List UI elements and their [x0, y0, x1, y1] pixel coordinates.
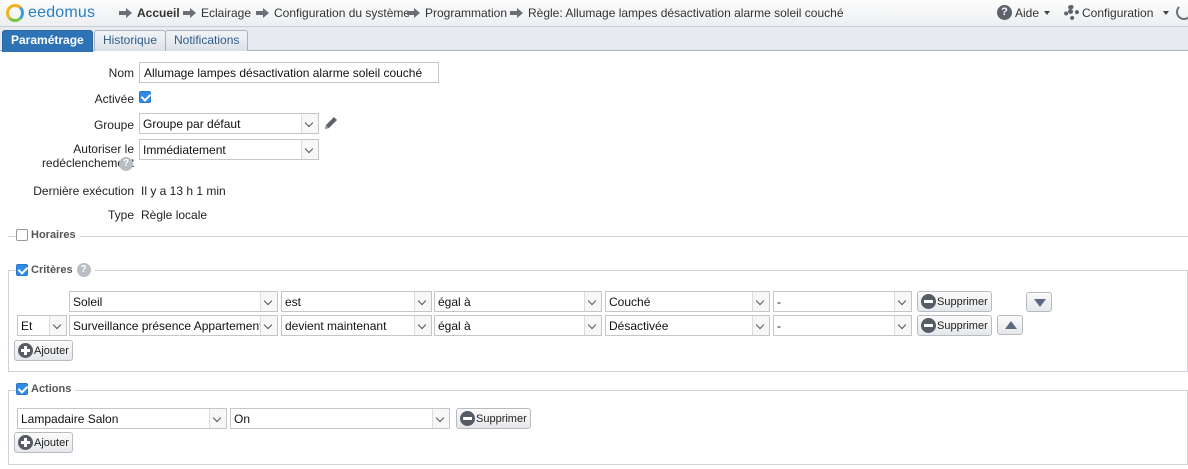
active-checkbox[interactable] [139, 91, 151, 103]
breadcrumb-item-eclairage[interactable]: Eclairage [183, 6, 251, 20]
chevron-down-icon [584, 292, 601, 311]
minus-circle-icon [921, 294, 936, 309]
breadcrumb-item-programmation[interactable]: Programmation [407, 6, 507, 20]
logo-text: eedomus [28, 4, 96, 21]
help-info-icon[interactable]: ? [119, 157, 133, 171]
logo[interactable]: eedomus [6, 3, 95, 23]
minus-circle-icon [460, 411, 475, 426]
active-label: Activée [94, 92, 134, 106]
retrigger-select[interactable]: Immédiatement [139, 139, 319, 160]
criteria-extra-select[interactable]: - [773, 315, 912, 336]
criteres-legend: Critères ? [16, 263, 95, 277]
caret-down-icon [1044, 10, 1051, 15]
caret-down-icon [1163, 10, 1170, 15]
top-bar: eedomus Accueil Eclairage Configuration … [0, 0, 1188, 27]
name-label: Nom [108, 66, 134, 80]
move-up-button[interactable] [997, 315, 1023, 335]
criteria-comparator-select[interactable]: égal à [434, 315, 602, 336]
chevron-down-icon [414, 292, 431, 311]
eedomus-logo-icon [6, 4, 24, 22]
group-label: Groupe [93, 118, 134, 132]
add-criteria-button[interactable]: Ajouter [14, 340, 73, 361]
help-info-icon[interactable]: ? [76, 263, 91, 277]
plus-circle-icon [18, 435, 33, 450]
delete-criteria-button[interactable]: Supprimer [917, 315, 992, 336]
chevron-down-icon [752, 292, 769, 311]
arrow-right-icon [510, 8, 524, 18]
type-value: Règle locale [141, 208, 208, 222]
arrow-right-icon [119, 8, 133, 18]
actions-legend: Actions [16, 383, 76, 395]
last-exec-label: Dernière exécution [33, 184, 134, 198]
horaires-legend: Horaires [16, 229, 80, 241]
breadcrumb-item-regle: Règle: Allumage lampes désactivation ala… [510, 6, 844, 20]
chevron-down-icon [894, 316, 911, 335]
delete-action-button[interactable]: Supprimer [456, 408, 531, 429]
criteria-comparator-select[interactable]: égal à [434, 291, 602, 312]
chevron-down-icon [301, 140, 318, 159]
configuration-menu[interactable]: Configuration [1064, 5, 1170, 20]
criteria-device-select[interactable]: Surveillance présence Appartement [69, 315, 278, 336]
chevron-down-icon [432, 409, 449, 428]
criteria-extra-select[interactable]: - [773, 291, 912, 312]
pencil-icon[interactable] [323, 115, 339, 131]
triangle-up-icon [1005, 321, 1017, 329]
chevron-down-icon [584, 316, 601, 335]
chevron-down-icon [209, 409, 226, 428]
criteres-divider [8, 270, 1188, 271]
minus-circle-icon [921, 318, 936, 333]
horaires-checkbox[interactable] [16, 229, 28, 241]
chevron-down-icon [260, 292, 277, 311]
delete-criteria-button[interactable]: Supprimer [917, 291, 992, 312]
plus-circle-icon [18, 343, 33, 358]
tab-bar: Paramétrage Historique Notifications [0, 27, 1188, 52]
criteria-operator-select[interactable]: Et [17, 315, 67, 336]
action-value-select[interactable]: On [230, 408, 450, 429]
criteria-device-select[interactable]: Soleil [69, 291, 278, 312]
horaires-divider [8, 236, 1188, 237]
power-icon[interactable] [1176, 4, 1188, 20]
criteres-checkbox[interactable] [16, 264, 28, 276]
group-select[interactable]: Groupe par défaut [139, 113, 319, 134]
chevron-down-icon [894, 292, 911, 311]
triangle-down-icon [1034, 299, 1046, 307]
add-action-button[interactable]: Ajouter [14, 432, 73, 453]
criteria-verb-select[interactable]: devient maintenant [281, 315, 432, 336]
arrow-right-icon [183, 8, 197, 18]
actions-divider [8, 390, 1188, 391]
tab-notifications[interactable]: Notifications [165, 30, 249, 51]
actions-checkbox[interactable] [16, 383, 28, 395]
chevron-down-icon [752, 316, 769, 335]
help-menu[interactable]: ? Aide [997, 5, 1051, 20]
name-input[interactable] [139, 62, 439, 83]
tab-historique[interactable]: Historique [94, 30, 167, 51]
chevron-down-icon [260, 316, 277, 335]
action-device-select[interactable]: Lampadaire Salon [17, 408, 227, 429]
breadcrumb-item-accueil[interactable]: Accueil [119, 6, 180, 20]
criteria-value-select[interactable]: Désactivée [605, 315, 770, 336]
type-label: Type [107, 208, 134, 222]
move-down-button[interactable] [1026, 292, 1052, 312]
chevron-down-icon [414, 316, 431, 335]
criteria-value-select[interactable]: Couché [605, 291, 770, 312]
last-exec-value: Il y a 13 h 1 min [141, 184, 226, 198]
tab-parametrage[interactable]: Paramétrage [2, 30, 93, 52]
criteria-verb-select[interactable]: est [281, 291, 432, 312]
breadcrumb-item-configuration-systeme[interactable]: Configuration du système [256, 6, 410, 20]
chevron-down-icon [301, 114, 318, 133]
chevron-down-icon [49, 316, 66, 335]
gear-icon [1064, 5, 1079, 20]
arrow-right-icon [256, 8, 270, 18]
arrow-right-icon [407, 8, 421, 18]
help-icon: ? [997, 5, 1012, 20]
